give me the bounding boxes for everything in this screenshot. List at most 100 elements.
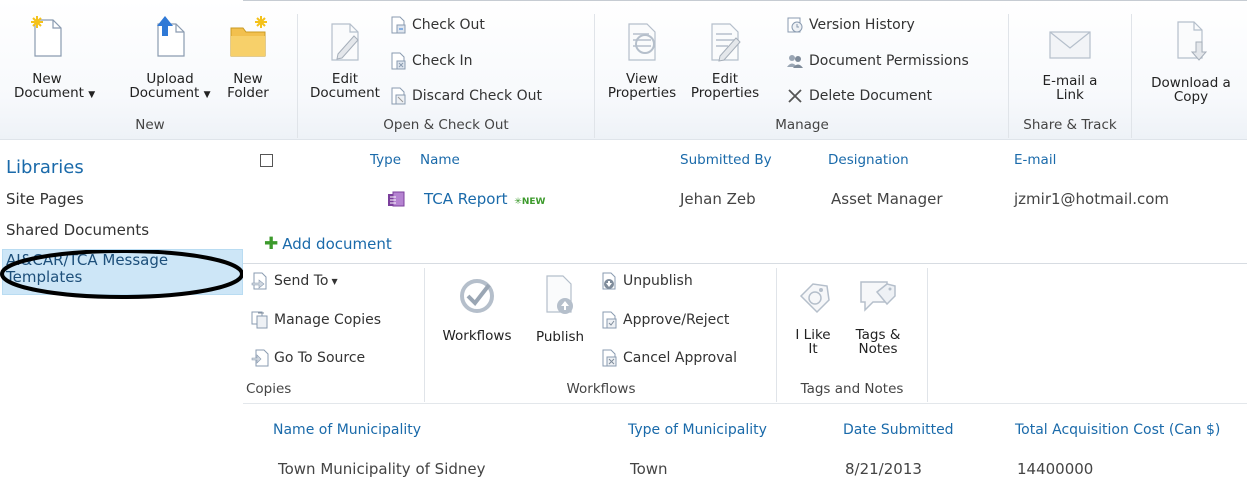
view-properties-label-2: Properties (607, 85, 677, 101)
tags-notes-icon (860, 281, 896, 312)
manage-copies-icon (251, 311, 268, 329)
download-copy-icon (1177, 21, 1208, 61)
column-header-name[interactable]: Name (420, 152, 460, 168)
new-document-icon (31, 16, 62, 57)
nav-item-site-pages[interactable]: Site Pages (6, 190, 84, 208)
download-copy-label-1: Download a (1151, 75, 1231, 91)
group-label-tags-notes: Tags and Notes (800, 381, 904, 397)
document-permissions-button[interactable]: Document Permissions (786, 52, 969, 70)
edit-document-button[interactable]: Edit Document (306, 20, 384, 100)
document-permissions-icon (787, 55, 803, 68)
group-label-manage: Manage (775, 117, 829, 133)
divider (424, 268, 425, 402)
go-to-source-button[interactable]: Go To Source (251, 349, 365, 367)
column-header-designation[interactable]: Designation (828, 152, 909, 168)
edit-properties-icon (711, 23, 741, 62)
add-plus-icon: ✚ (264, 234, 279, 254)
tags-notes-button[interactable]: Tags & Notes (850, 274, 906, 356)
delete-document-button[interactable]: Delete Document (786, 87, 932, 105)
document-row-name[interactable]: TCA Report ✳NEW (424, 190, 545, 208)
check-in-icon (391, 52, 406, 70)
unpublish-button[interactable]: Unpublish (600, 272, 693, 290)
workflows-button[interactable]: Workflows (432, 276, 522, 343)
edit-properties-label-2: Properties (690, 85, 760, 101)
download-copy-button[interactable]: Download a Copy (1140, 18, 1242, 104)
edit-properties-label-1: Edit (711, 71, 739, 87)
edit-properties-button[interactable]: Edit Properties (686, 20, 764, 100)
discard-check-out-button[interactable]: Discard Check Out (389, 87, 542, 105)
i-like-it-label-2: It (808, 341, 818, 357)
manage-copies-label: Manage Copies (274, 312, 382, 328)
publish-label: Publish (535, 329, 585, 345)
column-header-email[interactable]: E-mail (1014, 152, 1056, 168)
dropdown-arrow-icon: ▼ (88, 90, 96, 100)
send-to-button[interactable]: Send To ▼ (251, 272, 338, 290)
column-header-name-of-municipality[interactable]: Name of Municipality (273, 422, 421, 438)
upload-document-label-1: Upload (146, 71, 194, 87)
group-label-share-track: Share & Track (1023, 117, 1117, 133)
check-in-label: Check In (412, 53, 473, 69)
add-document-label: Add document (282, 235, 392, 253)
add-document-link[interactable]: ✚ Add document (264, 234, 392, 254)
delete-document-label: Delete Document (809, 88, 932, 104)
dropdown-arrow-icon: ▼ (331, 276, 338, 286)
version-history-button[interactable]: Version History (786, 16, 915, 34)
delete-icon (788, 89, 802, 103)
ribbon-topline (243, 0, 1247, 1)
upload-document-icon (157, 16, 185, 57)
column-header-type-of-municipality[interactable]: Type of Municipality (628, 422, 767, 438)
group-label-open-check-out: Open & Check Out (383, 117, 509, 133)
column-header-type[interactable]: Type (370, 152, 401, 168)
upload-document-button[interactable]: Upload Document ▼ (124, 14, 216, 102)
edit-document-icon (331, 23, 359, 61)
group-label-new: New (135, 117, 165, 133)
divider (297, 14, 298, 138)
cancel-approval-icon (602, 349, 617, 367)
check-in-button[interactable]: Check In (389, 52, 473, 70)
upload-document-label-2: Document (129, 85, 200, 101)
group-label-workflows: Workflows (566, 381, 636, 397)
manage-copies-button[interactable]: Manage Copies (251, 311, 381, 329)
infopath-form-icon (388, 191, 405, 207)
version-history-label: Version History (809, 17, 915, 33)
download-copy-label-2: Copy (1173, 89, 1209, 105)
view-properties-label-1: View (625, 71, 659, 87)
new-folder-button[interactable]: New Folder (222, 14, 274, 100)
select-all-checkbox[interactable] (260, 154, 273, 167)
cell-date-submitted: 8/21/2013 (845, 460, 922, 478)
document-permissions-label: Document Permissions (809, 53, 969, 69)
nav-heading-libraries[interactable]: Libraries (6, 157, 84, 178)
divider (927, 268, 928, 402)
ribbon-secondary-topline (243, 263, 1247, 264)
document-name-link[interactable]: TCA Report (424, 190, 508, 208)
column-header-total-acquisition-cost[interactable]: Total Acquisition Cost (Can $) (1015, 422, 1220, 438)
unpublish-icon (602, 272, 616, 290)
new-folder-label-1: New (233, 71, 263, 87)
view-properties-button[interactable]: View Properties (604, 20, 680, 100)
new-badge: ✳NEW (514, 197, 546, 207)
email-link-label-2: Link (1056, 87, 1084, 103)
cell-total-acquisition-cost: 14400000 (1017, 460, 1094, 478)
email-link-button[interactable]: E-mail a Link (1020, 26, 1120, 102)
unpublish-label: Unpublish (623, 273, 693, 289)
cancel-approval-button[interactable]: Cancel Approval (600, 349, 737, 367)
approve-reject-button[interactable]: Approve/Reject (600, 311, 729, 329)
column-header-date-submitted[interactable]: Date Submitted (843, 422, 954, 438)
new-folder-label-2: Folder (227, 85, 269, 101)
tags-notes-label-1: Tags & (855, 327, 901, 343)
column-header-submitted-by[interactable]: Submitted By (680, 152, 772, 168)
cell-designation: Asset Manager (831, 190, 943, 208)
approve-reject-label: Approve/Reject (623, 312, 730, 328)
new-document-label-2: Document (14, 85, 84, 101)
new-document-button[interactable]: New Document ▼ (14, 14, 95, 102)
check-out-button[interactable]: Check Out (389, 16, 485, 34)
cancel-approval-label: Cancel Approval (623, 350, 737, 366)
cell-type-of-municipality: Town (630, 460, 668, 478)
divider (1008, 14, 1009, 138)
i-like-it-button[interactable]: I Like It (790, 278, 836, 356)
publish-button[interactable]: Publish (528, 272, 592, 344)
version-history-icon (787, 17, 803, 33)
edit-document-label-1: Edit (331, 71, 359, 87)
divider (594, 14, 595, 138)
nav-item-shared-documents[interactable]: Shared Documents (6, 221, 149, 239)
